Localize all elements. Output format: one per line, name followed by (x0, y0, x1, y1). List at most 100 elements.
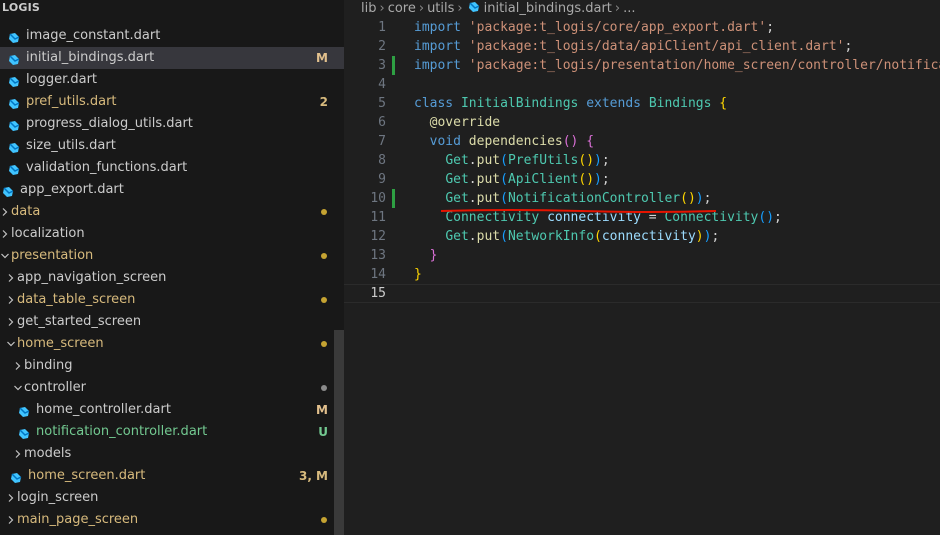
chevron-right-icon[interactable] (0, 201, 10, 223)
folder-item[interactable]: presentation (0, 245, 344, 267)
git-status-badge: U (318, 425, 328, 439)
code-text: Get.put(NotificationController()); (445, 191, 712, 206)
code-line[interactable]: 8 Get.put(PrefUtils()); (344, 151, 940, 170)
modified-dot-icon (321, 517, 327, 523)
code-line[interactable]: 5 class InitialBindings extends Bindings … (344, 94, 940, 113)
code-text: } (414, 267, 422, 282)
code-line[interactable]: 4 (344, 75, 940, 94)
line-number: 15 (370, 286, 386, 301)
breadcrumb-item-utils[interactable]: utils (427, 0, 454, 17)
breadcrumb-item-symbol[interactable]: ... (623, 0, 635, 17)
folder-item[interactable]: login_screen (0, 487, 344, 509)
explorer-section-title[interactable]: LOGIS (0, 0, 40, 16)
tree-item-label: presentation (11, 248, 94, 263)
chevron-right-icon[interactable] (6, 509, 16, 531)
code-line[interactable]: 2 import 'package:t_logis/data/apiClient/… (344, 37, 940, 56)
tree-item-label: binding (24, 358, 73, 373)
chevron-right-icon: › (457, 1, 463, 16)
tree-item-label: login_screen (17, 490, 99, 505)
tree-item-label: data (11, 204, 41, 219)
line-number: 12 (370, 229, 386, 244)
folder-item[interactable]: controller (0, 377, 344, 399)
code-line[interactable]: 1 import 'package:t_logis/core/app_export… (344, 18, 940, 37)
sidebar-scrollbar[interactable] (334, 330, 344, 535)
dart-file-icon (18, 426, 30, 439)
modified-dot-icon (321, 385, 327, 391)
file-item[interactable]: pref_utils.dart 2 (0, 91, 344, 113)
chevron-right-icon[interactable] (0, 223, 10, 245)
chevron-right-icon: › (379, 1, 385, 16)
line-number: 11 (370, 210, 386, 225)
code-line[interactable]: 15 (344, 284, 940, 303)
chevron-right-icon[interactable] (6, 487, 16, 509)
folder-item[interactable]: models (0, 443, 344, 465)
tree-item-label: home_screen (17, 336, 104, 351)
code-text: } (429, 248, 438, 263)
line-number: 2 (378, 39, 386, 54)
file-item[interactable]: image_constant.dart (0, 25, 344, 47)
file-item[interactable]: size_utils.dart (0, 135, 344, 157)
line-number: 8 (378, 153, 386, 168)
code-line[interactable]: 13 } (344, 246, 940, 265)
folder-item[interactable]: get_started_screen (0, 311, 344, 333)
folder-item[interactable]: app_navigation_screen (0, 267, 344, 289)
breadcrumb-item-core[interactable]: core (388, 0, 416, 17)
code-text: import 'package:t_logis/presentation/hom… (414, 58, 940, 73)
folder-item[interactable]: data (0, 201, 344, 223)
chevron-down-icon[interactable] (6, 333, 16, 355)
folder-item[interactable]: home_screen (0, 333, 344, 355)
explorer-sidebar: LOGIS image_constant.dart initial_binding… (0, 0, 344, 535)
file-item[interactable]: progress_dialog_utils.dart (0, 113, 344, 135)
modified-dot-icon (321, 341, 327, 347)
chevron-right-icon[interactable] (13, 443, 23, 465)
code-line[interactable]: 14} (344, 265, 940, 284)
dart-file-icon (18, 404, 30, 417)
code-line[interactable]: 6 @override (344, 113, 940, 132)
dart-file-icon (8, 162, 20, 175)
file-item[interactable]: validation_functions.dart (0, 157, 344, 179)
code-line[interactable]: 10 Get.put(NotificationController()); (344, 189, 940, 208)
code-line[interactable]: 9 Get.put(ApiClient()); (344, 170, 940, 189)
code-text: Get.put(ApiClient()); (445, 172, 610, 187)
breadcrumb: lib › core › utils › initial_bindings.dart ›... (344, 0, 636, 17)
code-text: class InitialBindings extends Bindings { (414, 96, 728, 111)
folder-item[interactable]: main_page_screen (0, 509, 344, 531)
line-number: 3 (378, 58, 386, 73)
breadcrumb-item-file[interactable]: initial_bindings.dart (484, 0, 612, 17)
folder-item[interactable]: data_table_screen (0, 289, 344, 311)
code-editor[interactable]: lib › core › utils › initial_bindings.dart ›...… (344, 0, 940, 535)
tree-item-label: size_utils.dart (26, 138, 116, 153)
tree-item-label: models (24, 446, 72, 461)
chevron-down-icon[interactable] (13, 377, 23, 399)
code-line[interactable]: 12 Get.put(NetworkInfo(connectivity)); (344, 227, 940, 246)
code-area[interactable]: 1 import 'package:t_logis/core/app_export… (344, 18, 940, 303)
code-text: Get.put(PrefUtils()); (445, 153, 610, 168)
dart-file-icon (10, 470, 22, 483)
file-item[interactable]: home_controller.dart M (0, 399, 344, 421)
tree-item-label: get_started_screen (17, 314, 142, 329)
dart-file-icon (8, 74, 20, 87)
chevron-right-icon[interactable] (6, 289, 16, 311)
chevron-right-icon[interactable] (6, 311, 16, 333)
dart-file-icon (8, 140, 20, 153)
tree-item-label: localization (11, 226, 85, 241)
file-item[interactable]: logger.dart (0, 69, 344, 91)
folder-item[interactable]: localization (0, 223, 344, 245)
chevron-down-icon[interactable] (0, 245, 10, 267)
file-item[interactable]: initial_bindings.dart M (0, 47, 344, 69)
git-added-gutter-marker[interactable] (392, 56, 395, 75)
file-item[interactable]: notification_controller.dart U (0, 421, 344, 443)
file-item[interactable]: home_screen.dart 3, M (0, 465, 344, 487)
git-added-gutter-marker[interactable] (392, 189, 395, 208)
code-line[interactable]: 7 void dependencies() { (344, 132, 940, 151)
code-line[interactable]: 3 import 'package:t_logis/presentation/ho… (344, 56, 940, 75)
file-item[interactable]: app_export.dart (0, 179, 344, 201)
line-number: 5 (378, 96, 386, 111)
tree-item-label: main_page_screen (17, 512, 139, 527)
tree-item-label: pref_utils.dart (26, 94, 117, 109)
chevron-right-icon[interactable] (6, 267, 16, 289)
folder-item[interactable]: binding (0, 355, 344, 377)
breadcrumb-item-lib[interactable]: lib (361, 0, 376, 17)
git-status-badge: 3, M (298, 469, 328, 483)
chevron-right-icon[interactable] (13, 355, 23, 377)
